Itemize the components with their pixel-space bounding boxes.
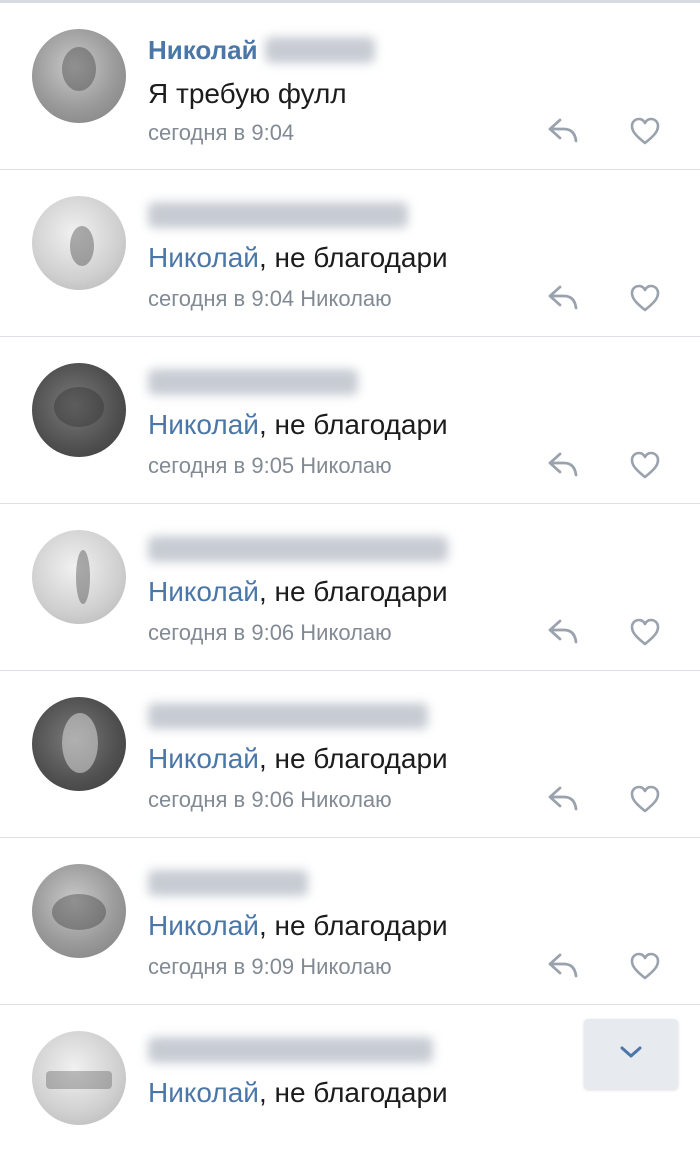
heart-icon[interactable] [629,951,661,981]
comment-text: Николай, не благодари [148,743,448,775]
comment-body: , не благодари [258,910,448,941]
author-name[interactable]: Николай [148,35,258,65]
comment-author[interactable] [148,701,428,732]
reply-to[interactable]: Николаю [300,286,391,311]
mention-link[interactable]: Николай [148,242,259,273]
comment-item: Николай, не благодари сегодня в 9:06 Ник… [0,671,700,838]
author-surname-blurred [264,37,375,63]
reply-to[interactable]: Николаю [300,453,391,478]
reply-to[interactable]: Николаю [300,954,391,979]
author-name-blurred [148,536,448,562]
mention-link[interactable]: Николай [148,743,259,774]
comment-item: Николай, не благодари сегодня в 9:05 Ник… [0,337,700,504]
reply-to[interactable]: Николаю [300,620,391,645]
avatar[interactable] [32,864,126,958]
comment-author[interactable] [148,534,448,565]
comment-time[interactable]: сегодня в 9:09 [148,954,294,979]
comment-text: Николай, не благодари [148,409,448,441]
comment-item: Николай Я требую фулл сегодня в 9:04 [0,3,700,170]
comment-meta: сегодня в 9:04 [148,120,294,146]
comment-item: Николай, не благодари сегодня в 9:09 Ник… [0,838,700,1005]
avatar[interactable] [32,697,126,791]
mention-link[interactable]: Николай [148,409,259,440]
comment-item: Николай, не благодари сегодня в 9:04 Ник… [0,170,700,337]
reply-icon[interactable] [546,115,580,145]
author-name-blurred [148,1037,433,1063]
comment-meta: сегодня в 9:09 Николаю [148,954,392,980]
comment-time[interactable]: сегодня в 9:05 [148,453,294,478]
comment-text: Николай, не благодари [148,576,448,608]
comment-meta: сегодня в 9:06 Николаю [148,787,392,813]
avatar[interactable] [32,1031,126,1125]
comment-time[interactable]: сегодня в 9:06 [148,620,294,645]
comment-text: Николай, не благодари [148,242,448,274]
reply-icon[interactable] [546,449,580,479]
comment-author[interactable]: Николай [148,35,375,66]
comment-body: , не благодари [258,576,448,607]
heart-icon[interactable] [629,617,661,647]
scroll-down-button[interactable] [584,1019,678,1089]
mention-link[interactable]: Николай [148,576,259,607]
reply-icon[interactable] [546,616,580,646]
avatar[interactable] [32,29,126,123]
reply-icon[interactable] [546,282,580,312]
author-name-blurred [148,703,428,729]
mention-link[interactable]: Николай [148,910,259,941]
mention-link[interactable]: Николай [148,1077,259,1108]
avatar[interactable] [32,196,126,290]
comment-text: Николай, не благодари [148,910,448,942]
reply-to[interactable]: Николаю [300,787,391,812]
comments-list: Николай Я требую фулл сегодня в 9:04 Ник… [0,3,700,1172]
comment-body: , не благодари [258,743,448,774]
comment-time[interactable]: сегодня в 9:04 [148,286,294,311]
chevron-down-icon [620,1046,642,1058]
comment-time[interactable]: сегодня в 9:06 [148,787,294,812]
avatar[interactable] [32,530,126,624]
author-name-blurred [148,202,408,228]
heart-icon[interactable] [629,450,661,480]
comment-text: Я требую фулл [148,78,347,109]
author-name-blurred [148,870,308,896]
author-name-blurred [148,369,358,395]
comment-body: , не благодари [258,242,448,273]
avatar[interactable] [32,363,126,457]
comment-author[interactable] [148,868,308,899]
heart-icon[interactable] [629,116,661,146]
comment-text: Николай, не благодари [148,1077,448,1109]
comment-body: , не благодари [258,1077,448,1108]
comment-item: Николай, не благодари сегодня в 9:06 Ник… [0,504,700,671]
reply-icon[interactable] [546,783,580,813]
comment-body: , не благодари [258,409,448,440]
comment-author[interactable] [148,1035,433,1066]
heart-icon[interactable] [629,784,661,814]
comment-meta: сегодня в 9:06 Николаю [148,620,392,646]
comment-meta: сегодня в 9:04 Николаю [148,286,392,312]
comment-meta: сегодня в 9:05 Николаю [148,453,392,479]
comment-time[interactable]: сегодня в 9:04 [148,120,294,145]
comment-author[interactable] [148,200,408,231]
reply-icon[interactable] [546,950,580,980]
comment-author[interactable] [148,367,358,398]
heart-icon[interactable] [629,283,661,313]
